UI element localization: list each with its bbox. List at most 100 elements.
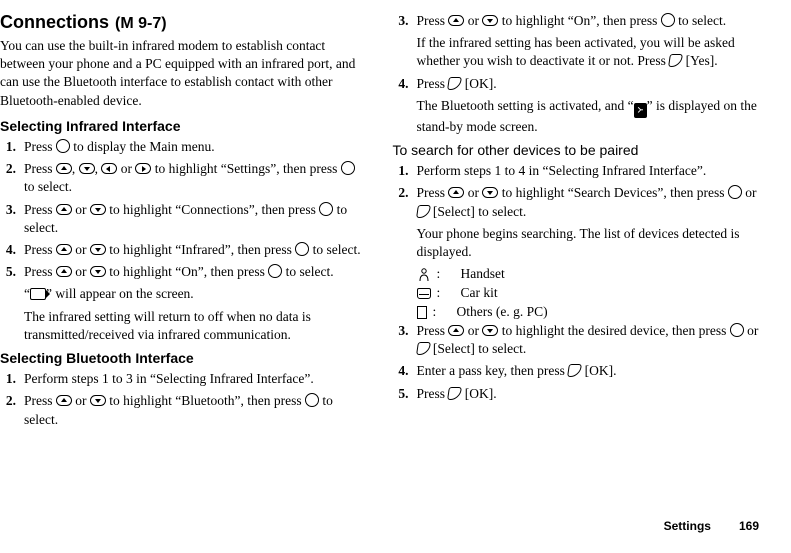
step-text: or bbox=[72, 202, 90, 217]
step-text: Press bbox=[417, 76, 449, 91]
up-key-icon bbox=[448, 15, 464, 26]
down-key-icon bbox=[90, 395, 106, 406]
subheading-infrared: Selecting Infrared Interface bbox=[0, 118, 369, 134]
step-text: to highlight “On”, then press bbox=[498, 13, 660, 28]
up-key-icon bbox=[56, 266, 72, 277]
down-key-icon bbox=[90, 244, 106, 255]
step-text: ” will appear on the screen. bbox=[46, 286, 194, 301]
infrared-step-1: 1. Press to display the Main menu. bbox=[0, 138, 369, 156]
colon: : bbox=[437, 284, 455, 303]
page-footer: Settings 169 bbox=[0, 501, 761, 533]
infrared-step-4: 4. Press or to highlight “Infrared”, the… bbox=[0, 241, 369, 259]
step-text: Press bbox=[417, 13, 449, 28]
center-key-icon bbox=[341, 161, 355, 175]
up-key-icon bbox=[448, 325, 464, 336]
step-text: to select. bbox=[24, 179, 72, 194]
step-text: , bbox=[95, 161, 102, 176]
step-number: 4. bbox=[393, 362, 409, 380]
bluetooth-activated-note: The Bluetooth setting is activated, and … bbox=[417, 97, 762, 136]
footer-section: Settings bbox=[664, 519, 711, 533]
step-text: Press bbox=[24, 264, 56, 279]
step-text: [Select] to select. bbox=[430, 204, 527, 219]
device-type-others: : Others (e. g. PC) bbox=[417, 303, 762, 322]
up-key-icon bbox=[56, 244, 72, 255]
bluetooth-step-4: 4. Press [OK]. bbox=[393, 75, 762, 93]
colon: : bbox=[437, 265, 455, 284]
left-column: Connections (M 9-7) You can use the buil… bbox=[0, 12, 369, 501]
step-number: 5. bbox=[0, 263, 16, 281]
step-text: or bbox=[72, 393, 90, 408]
device-label: Car kit bbox=[461, 284, 498, 303]
step-text: [OK]. bbox=[461, 386, 496, 401]
soft-key-icon bbox=[416, 205, 431, 218]
step-text: or bbox=[464, 13, 482, 28]
infrared-off-note: The infrared setting will return to off … bbox=[24, 308, 369, 344]
footer-page-number: 169 bbox=[739, 519, 759, 533]
device-type-handset: : Handset bbox=[417, 265, 762, 284]
step-text: or bbox=[464, 185, 482, 200]
step-text: Press bbox=[24, 202, 56, 217]
step-number: 3. bbox=[393, 322, 409, 358]
step-text: to highlight “Search Devices”, then pres… bbox=[498, 185, 727, 200]
down-key-icon bbox=[79, 163, 95, 174]
infrared-icon bbox=[30, 288, 46, 300]
step-text: [Yes]. bbox=[682, 53, 717, 68]
up-key-icon bbox=[56, 163, 72, 174]
up-key-icon bbox=[448, 187, 464, 198]
search-step-4: 4. Enter a pass key, then press [OK]. bbox=[393, 362, 762, 380]
down-key-icon bbox=[90, 204, 106, 215]
down-key-icon bbox=[482, 15, 498, 26]
up-key-icon bbox=[56, 204, 72, 215]
step-text: Press bbox=[417, 386, 449, 401]
search-step-1: 1. Perform steps 1 to 4 in “Selecting In… bbox=[393, 162, 762, 180]
center-key-icon bbox=[268, 264, 282, 278]
center-key-icon bbox=[730, 323, 744, 337]
right-column: 3. Press or to highlight “On”, then pres… bbox=[393, 12, 762, 501]
soft-key-icon bbox=[567, 364, 582, 377]
center-key-icon bbox=[661, 13, 675, 27]
bluetooth-step-3: 3. Press or to highlight “On”, then pres… bbox=[393, 12, 762, 30]
step-text: [Select] to select. bbox=[430, 341, 527, 356]
step-text: or bbox=[72, 264, 90, 279]
step-text: or bbox=[742, 185, 757, 200]
step-text: [OK]. bbox=[581, 363, 616, 378]
step-text: Perform steps 1 to 3 in “Selecting Infra… bbox=[24, 370, 369, 388]
page-title: Connections bbox=[0, 12, 109, 33]
step-text: to highlight “Infrared”, then press bbox=[106, 242, 295, 257]
step-text: to select. bbox=[675, 13, 726, 28]
center-key-icon bbox=[728, 185, 742, 199]
bluetooth-deactivate-note: If the infrared setting has been activat… bbox=[417, 34, 762, 70]
step-text: The Bluetooth setting is activated, and … bbox=[417, 98, 634, 113]
search-note: Your phone begins searching. The list of… bbox=[417, 225, 762, 261]
step-number: 1. bbox=[393, 162, 409, 180]
step-text: to highlight the desired device, then pr… bbox=[498, 323, 729, 338]
other-device-icon bbox=[417, 306, 427, 319]
step-text: or bbox=[464, 323, 482, 338]
down-key-icon bbox=[482, 187, 498, 198]
search-step-3: 3. Press or to highlight the desired dev… bbox=[393, 322, 762, 358]
soft-key-icon bbox=[668, 54, 683, 67]
step-text: to display the Main menu. bbox=[70, 139, 215, 154]
step-text: Enter a pass key, then press bbox=[417, 363, 569, 378]
step-number: 1. bbox=[0, 138, 16, 156]
step-number: 3. bbox=[393, 12, 409, 30]
center-key-icon bbox=[305, 393, 319, 407]
search-step-2: 2. Press or to highlight “Search Devices… bbox=[393, 184, 762, 220]
step-text: Press bbox=[24, 242, 56, 257]
step-text: to highlight “Connections”, then press bbox=[106, 202, 319, 217]
step-text: Press bbox=[24, 393, 56, 408]
car-icon bbox=[417, 288, 431, 299]
step-text: to select. bbox=[282, 264, 333, 279]
step-text: Press bbox=[24, 139, 56, 154]
page-header: Connections (M 9-7) bbox=[0, 12, 369, 33]
step-text: to select. bbox=[309, 242, 360, 257]
left-key-icon bbox=[101, 163, 117, 174]
infrared-on-note: “” will appear on the screen. bbox=[24, 285, 369, 303]
up-key-icon bbox=[56, 395, 72, 406]
step-text: , bbox=[72, 161, 79, 176]
center-key-icon bbox=[56, 139, 70, 153]
step-text: to highlight “Settings”, then press bbox=[151, 161, 340, 176]
center-key-icon bbox=[295, 242, 309, 256]
step-number: 2. bbox=[0, 392, 16, 428]
device-type-list: : Handset : Car kit : Others (e. g. PC) bbox=[417, 265, 762, 322]
